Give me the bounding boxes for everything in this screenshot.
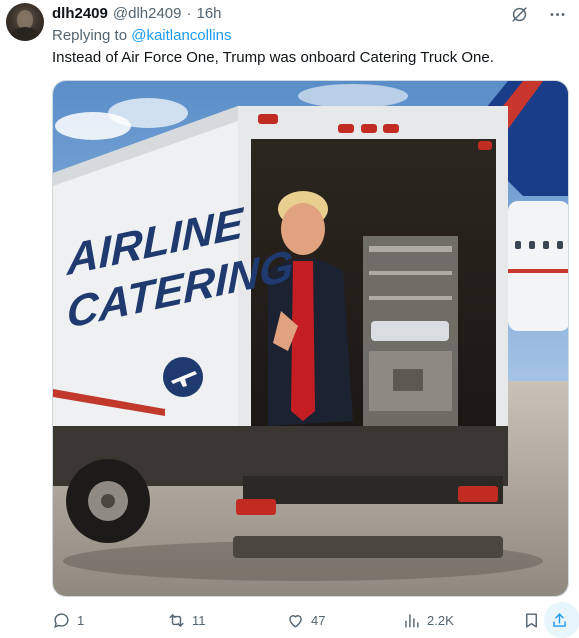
reply-icon [54, 612, 69, 628]
reply-context: Replying to @kaitlancollins [52, 27, 232, 44]
bookmark-button[interactable] [522, 608, 541, 632]
reply-prefix: Replying to [52, 27, 132, 44]
like-icon [289, 614, 302, 628]
share-icon [553, 612, 566, 627]
share-button[interactable] [544, 602, 579, 638]
image-illustration: AIRLINE CATERING [53, 81, 568, 596]
grok-icon[interactable] [509, 4, 529, 24]
bookmark-icon [526, 612, 537, 628]
retweet-count: 11 [192, 612, 206, 628]
action-bar: 1 11 47 2.2K [52, 602, 579, 638]
reply-count: 1 [77, 612, 85, 628]
like-count: 47 [311, 612, 326, 628]
tweet-header: dlh2409 @dlh2409 · 16h [52, 3, 222, 23]
views-icon [405, 613, 419, 628]
display-name[interactable]: dlh2409 [52, 5, 108, 22]
timestamp[interactable]: 16h [197, 5, 222, 22]
views-button[interactable]: 2.2K [402, 608, 454, 632]
retweet-button[interactable]: 11 [167, 608, 206, 632]
avatar[interactable] [6, 3, 44, 41]
top-icons [509, 4, 567, 24]
reply-button[interactable]: 1 [52, 608, 84, 632]
reply-mention[interactable]: @kaitlancollins [131, 27, 231, 44]
tweet-text: Instead of Air Force One, Trump was onbo… [52, 49, 494, 66]
more-icon[interactable] [547, 4, 567, 24]
tweet: dlh2409 @dlh2409 · 16h Replying to @kait… [0, 0, 579, 638]
views-count: 2.2K [427, 612, 454, 628]
retweet-icon [169, 613, 184, 627]
user-handle[interactable]: @dlh2409 [113, 5, 182, 22]
tweet-image[interactable]: AIRLINE CATERING [52, 80, 569, 597]
separator-dot: · [186, 4, 192, 22]
like-button[interactable]: 47 [286, 608, 325, 632]
